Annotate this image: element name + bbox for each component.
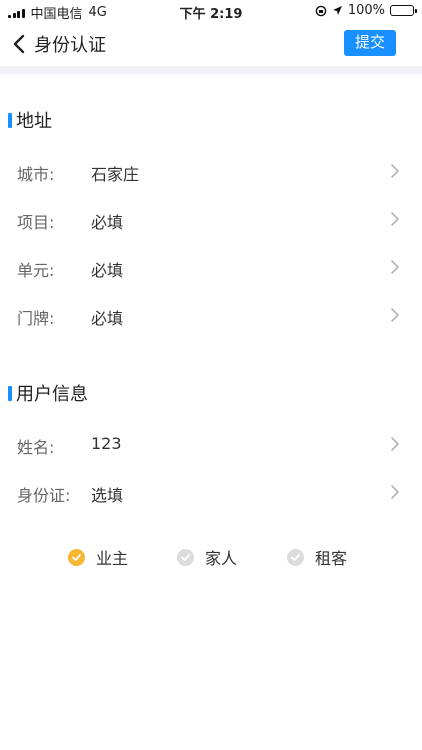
section-title-text: 地址 <box>16 111 52 132</box>
field-label: 项目: <box>17 213 55 232</box>
field-label: 身份证: <box>17 486 71 505</box>
section-title-address: 地址 <box>8 107 52 133</box>
radio-family[interactable]: 家人 <box>177 545 237 569</box>
check-circle-icon <box>177 548 194 566</box>
field-value: 123 <box>91 434 122 453</box>
chevron-right-icon <box>391 212 399 226</box>
chevron-right-icon <box>391 437 399 451</box>
field-value: 选填 <box>91 486 124 505</box>
page-title: 身份认证 <box>34 35 106 56</box>
row-name[interactable]: 姓名: 123 <box>0 421 422 469</box>
check-circle-icon <box>68 548 85 566</box>
row-id-card[interactable]: 身份证: 选填 <box>0 469 422 517</box>
field-value: 必填 <box>91 213 124 232</box>
chevron-right-icon <box>391 164 399 178</box>
location-icon <box>332 6 342 15</box>
field-value: 石家庄 <box>91 165 140 184</box>
radio-owner[interactable]: 业主 <box>68 545 128 569</box>
radio-label: 租客 <box>315 549 348 568</box>
row-unit[interactable]: 单元: 必填 <box>0 244 422 292</box>
radio-label: 家人 <box>205 549 238 568</box>
back-chevron-icon[interactable] <box>10 32 30 56</box>
status-bar-right: 100% <box>315 3 417 18</box>
radio-label: 业主 <box>96 549 129 568</box>
field-label: 门牌: <box>17 309 55 328</box>
check-circle-icon <box>287 548 304 566</box>
chevron-right-icon <box>391 308 399 322</box>
field-value: 必填 <box>91 309 124 328</box>
chevron-right-icon <box>391 260 399 274</box>
field-label: 城市: <box>17 165 55 184</box>
status-bar: 中国电信 4G 下午 2:19 100% <box>0 0 422 22</box>
rotation-lock-icon <box>315 5 327 16</box>
field-label: 单元: <box>17 261 55 280</box>
row-door-number[interactable]: 门牌: 必填 <box>0 292 422 340</box>
section-title-text: 用户信息 <box>16 384 88 405</box>
section-title-user-info: 用户信息 <box>8 380 88 406</box>
submit-button[interactable]: 提交 <box>344 30 396 56</box>
row-city[interactable]: 城市: 石家庄 <box>0 148 422 196</box>
field-value: 必填 <box>91 261 124 280</box>
chevron-right-icon <box>391 485 399 499</box>
battery-icon <box>390 5 417 16</box>
role-radio-group: 业主 家人 租客 <box>0 545 422 569</box>
field-label: 姓名: <box>17 438 55 457</box>
row-project[interactable]: 项目: 必填 <box>0 196 422 244</box>
section-accent-bar <box>8 112 12 128</box>
section-divider <box>0 66 422 74</box>
nav-bar: 身份认证 提交 <box>0 22 422 66</box>
section-accent-bar <box>8 385 12 401</box>
battery-percent: 100% <box>347 3 385 18</box>
radio-tenant[interactable]: 租客 <box>287 545 347 569</box>
